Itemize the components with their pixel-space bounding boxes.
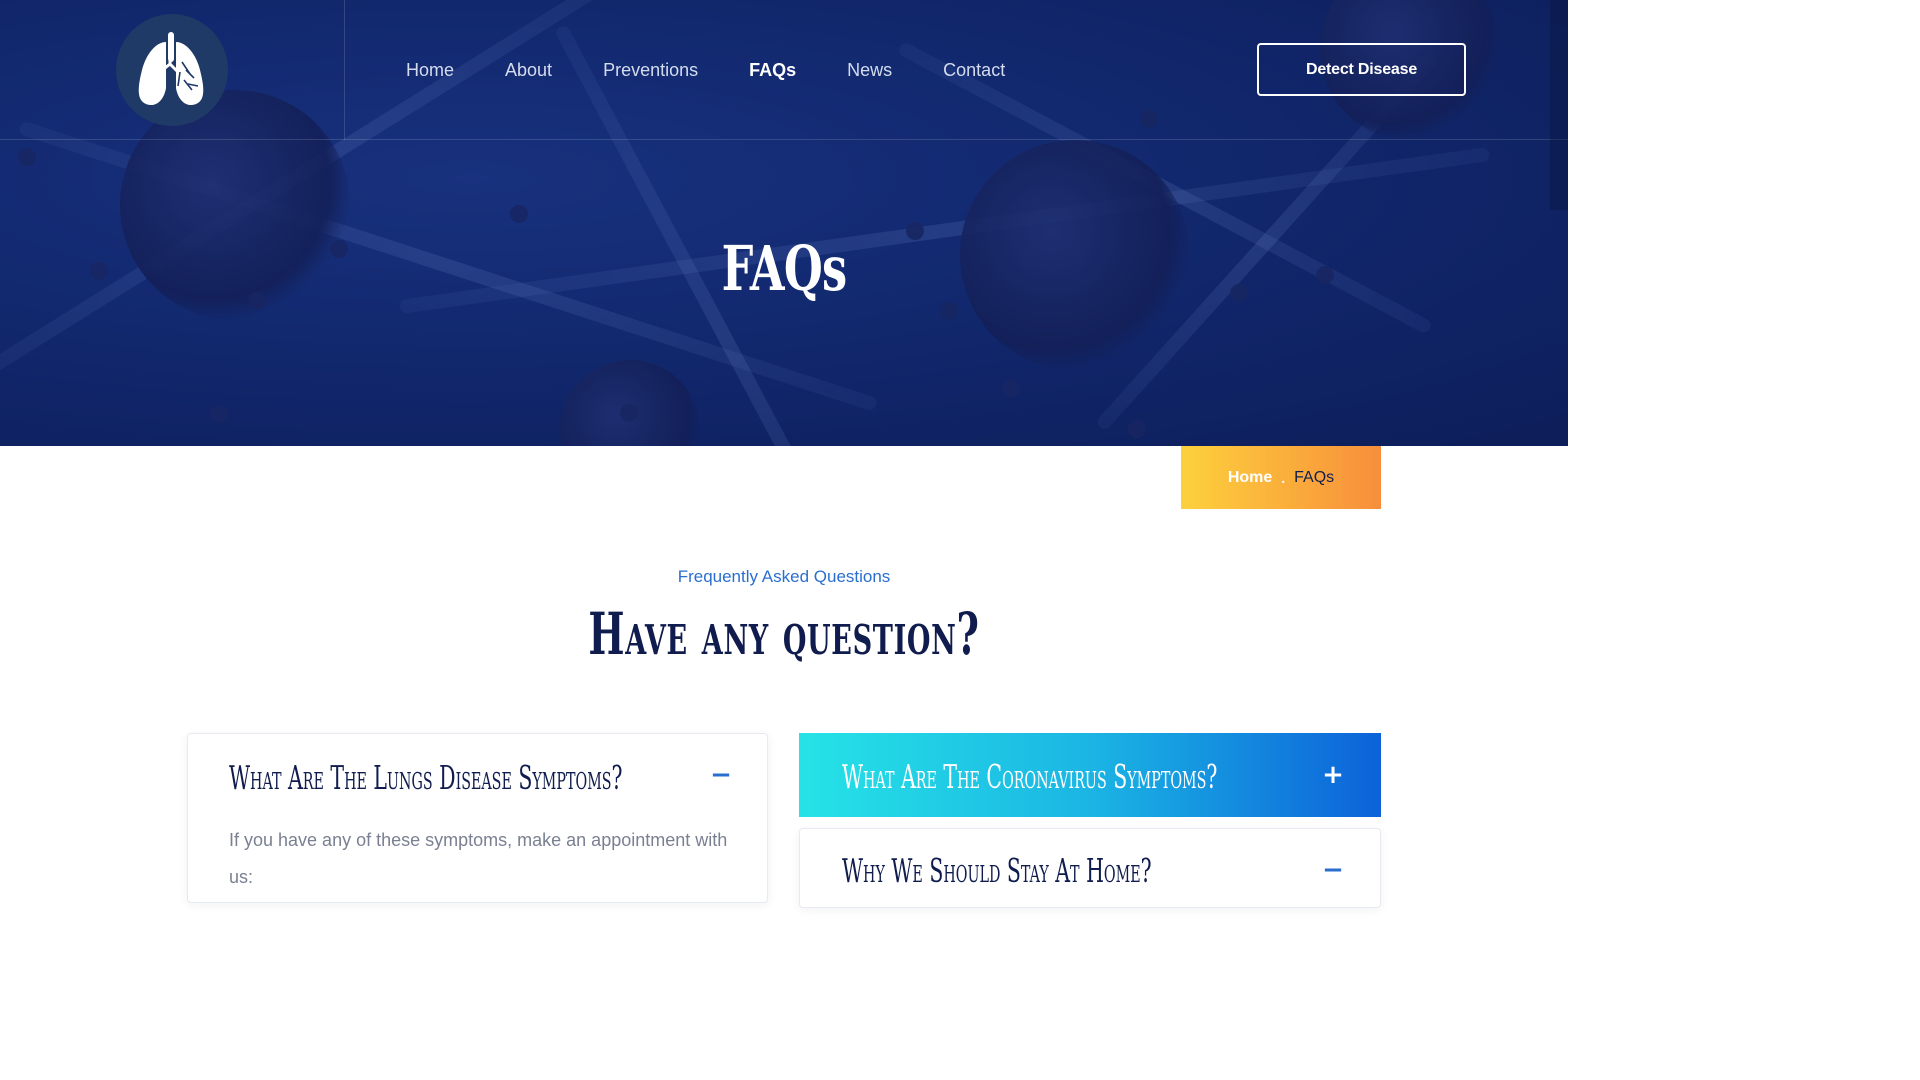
faq-item: What Are The Lungs Disease Symptoms? − I…	[187, 733, 768, 903]
faq-item: Why We Should Stay At Home? −	[799, 828, 1381, 908]
lungs-icon[interactable]	[116, 14, 228, 126]
nav-news[interactable]: News	[847, 58, 892, 82]
section-kicker: Frequently Asked Questions	[677, 567, 891, 586]
detect-disease-button[interactable]: Detect Disease	[1257, 43, 1466, 96]
page-title: FAQs	[721, 232, 848, 305]
main-nav: Home About Preventions FAQs News Contact	[406, 58, 1056, 82]
collapse-icon[interactable]: −	[710, 762, 732, 788]
logo-container	[0, 0, 345, 140]
breadcrumb: Home . FAQs	[1181, 446, 1381, 509]
nav-about[interactable]: About	[505, 58, 552, 82]
site-header: Home About Preventions FAQs News Contact…	[0, 0, 1568, 140]
nav-faqs[interactable]: FAQs	[749, 58, 796, 82]
faq-answer: If you have any of these symptoms, make …	[229, 830, 728, 887]
section-title: Have any question?	[588, 600, 980, 668]
faq-question[interactable]: Why We Should Stay At Home?	[842, 851, 1152, 890]
faq-item-active[interactable]: What Are The Coronavirus Symptoms? +	[799, 733, 1381, 817]
faq-question[interactable]: What Are The Lungs Disease Symptoms?	[229, 758, 623, 797]
breadcrumb-separator: .	[1281, 469, 1286, 486]
breadcrumb-current: FAQs	[1294, 468, 1335, 486]
collapse-icon[interactable]: −	[1322, 857, 1344, 883]
expand-icon[interactable]: +	[1322, 762, 1344, 788]
nav-preventions[interactable]: Preventions	[603, 58, 698, 82]
breadcrumb-home-link[interactable]: Home	[1228, 469, 1272, 487]
nav-home[interactable]: Home	[406, 58, 454, 82]
scrollbar[interactable]	[1550, 0, 1568, 210]
faq-question[interactable]: What Are The Coronavirus Symptoms?	[842, 757, 1217, 796]
nav-contact[interactable]: Contact	[943, 58, 1005, 82]
hero-banner: Home About Preventions FAQs News Contact…	[0, 0, 1568, 446]
